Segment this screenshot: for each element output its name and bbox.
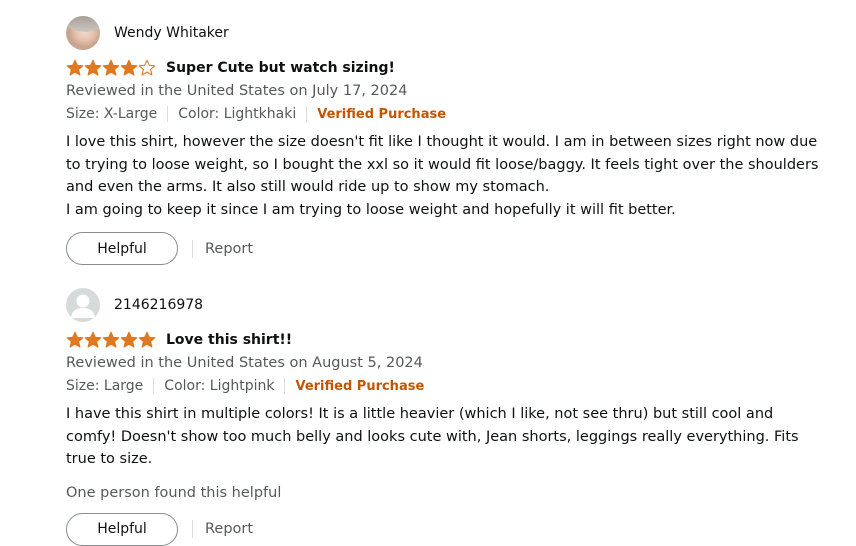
divider xyxy=(192,520,193,538)
review-date: Reviewed in the United States on July 17… xyxy=(66,83,408,99)
star-filled-icon xyxy=(138,331,156,348)
divider xyxy=(167,106,169,122)
star-filled-icon xyxy=(66,59,84,76)
color-label[interactable]: Color: Lightpink xyxy=(164,378,274,394)
review-card: Wendy Whitaker Super Cute but watch sizi… xyxy=(66,16,836,265)
star-filled-icon xyxy=(102,59,120,76)
helpful-count: One person found this helpful xyxy=(66,484,282,501)
reviewer-name[interactable]: 2146216978 xyxy=(114,297,203,313)
helpful-button[interactable]: Helpful xyxy=(66,512,178,546)
review-card: 2146216978 Love this shirt!! Reviewed in… xyxy=(66,288,836,546)
review-paragraph: I have this shirt in multiple colors! It… xyxy=(66,406,799,467)
report-link[interactable]: Report xyxy=(205,521,253,537)
review-actions: Helpful Report xyxy=(66,512,836,546)
star-rating[interactable] xyxy=(66,59,156,77)
size-label[interactable]: Size: X-Large xyxy=(66,106,157,122)
review-body: I love this shirt, however the size does… xyxy=(66,131,826,221)
star-filled-icon xyxy=(66,331,84,348)
star-filled-icon xyxy=(120,59,138,76)
review-title[interactable]: Super Cute but watch sizing! xyxy=(166,60,395,76)
reviewer-profile[interactable]: Wendy Whitaker xyxy=(66,16,836,50)
review-format-strip: Size: Large Color: Lightpink Verified Pu… xyxy=(66,375,836,397)
star-filled-icon xyxy=(84,59,102,76)
star-filled-icon xyxy=(120,331,138,348)
review-paragraph: I am going to keep it since I am trying … xyxy=(66,201,676,218)
star-filled-icon xyxy=(102,331,120,348)
review-title-row: Super Cute but watch sizing! xyxy=(66,56,836,80)
review-format-strip: Size: X-Large Color: Lightkhaki Verified… xyxy=(66,103,836,125)
star-filled-icon xyxy=(84,331,102,348)
avatar xyxy=(66,16,100,50)
verified-purchase-badge[interactable]: Verified Purchase xyxy=(317,107,446,122)
review-date: Reviewed in the United States on August … xyxy=(66,355,423,371)
review-title[interactable]: Love this shirt!! xyxy=(166,332,292,348)
review-actions: Helpful Report xyxy=(66,232,836,265)
divider xyxy=(306,106,308,122)
color-label[interactable]: Color: Lightkhaki xyxy=(178,106,296,122)
report-link[interactable]: Report xyxy=(205,241,253,257)
divider xyxy=(284,378,286,394)
size-label[interactable]: Size: Large xyxy=(66,378,143,394)
star-empty-icon xyxy=(138,59,156,76)
review-paragraph: I love this shirt, however the size does… xyxy=(66,134,819,195)
divider xyxy=(192,239,193,258)
reviewer-name[interactable]: Wendy Whitaker xyxy=(114,25,229,41)
review-body: I have this shirt in multiple colors! It… xyxy=(66,403,826,471)
default-user-icon xyxy=(66,288,100,322)
helpful-button[interactable]: Helpful xyxy=(66,232,178,265)
verified-purchase-badge[interactable]: Verified Purchase xyxy=(295,379,424,394)
review-title-row: Love this shirt!! xyxy=(66,328,836,352)
divider xyxy=(153,378,155,394)
star-rating[interactable] xyxy=(66,331,156,349)
reviewer-profile[interactable]: 2146216978 xyxy=(66,288,836,322)
